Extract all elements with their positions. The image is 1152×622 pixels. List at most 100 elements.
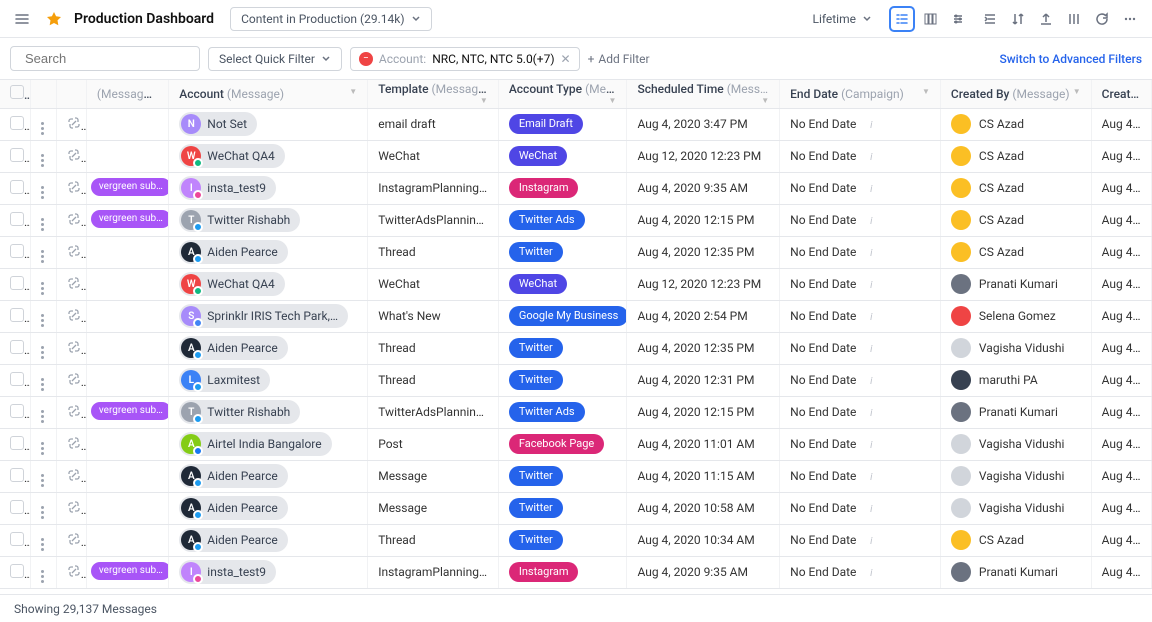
row-checkbox[interactable] — [0, 108, 30, 140]
row-menu[interactable] — [30, 460, 56, 492]
row-checkbox[interactable] — [0, 556, 30, 588]
account-chip[interactable]: AAiden Pearce — [179, 240, 287, 264]
row-menu[interactable] — [30, 300, 56, 332]
cell-account[interactable]: TTwitter Rishabh — [169, 396, 368, 428]
info-icon[interactable]: i — [865, 120, 877, 132]
settings-view-icon[interactable] — [946, 7, 970, 31]
cell-account[interactable]: LLaxmitest — [169, 364, 368, 396]
exclude-icon[interactable]: − — [359, 52, 373, 66]
account-chip[interactable]: NNot Set — [179, 112, 257, 136]
table-row[interactable]: vergreen sub…TTwitter RishabhTwitterAdsP… — [0, 204, 1152, 236]
account-chip[interactable]: Iinsta_test9 — [179, 176, 276, 200]
row-link-icon[interactable] — [56, 268, 86, 300]
cell-account[interactable]: AAiden Pearce — [169, 492, 368, 524]
table-row[interactable]: AAiden PearceThreadTwitterAug 4, 2020 12… — [0, 236, 1152, 268]
cell-account[interactable]: Iinsta_test9 — [169, 172, 368, 204]
row-menu[interactable] — [30, 428, 56, 460]
info-icon[interactable]: i — [865, 216, 877, 228]
row-link-icon[interactable] — [56, 524, 86, 556]
info-icon[interactable]: i — [865, 568, 877, 580]
row-menu[interactable] — [30, 556, 56, 588]
row-checkbox[interactable] — [0, 172, 30, 204]
table-row[interactable]: WWeChat QA4WeChatWeChatAug 12, 2020 12:2… — [0, 268, 1152, 300]
table-row[interactable]: AAirtel India BangalorePostFacebook Page… — [0, 428, 1152, 460]
info-icon[interactable]: i — [865, 184, 877, 196]
col-checkbox-header[interactable] — [0, 80, 30, 108]
row-menu[interactable] — [30, 332, 56, 364]
row-checkbox[interactable] — [0, 396, 30, 428]
info-icon[interactable]: i — [865, 472, 877, 484]
info-icon[interactable]: i — [865, 280, 877, 292]
info-icon[interactable]: i — [865, 344, 877, 356]
row-link-icon[interactable] — [56, 556, 86, 588]
info-icon[interactable]: i — [865, 152, 877, 164]
info-icon[interactable]: i — [865, 408, 877, 420]
row-checkbox[interactable] — [0, 428, 30, 460]
sort-icon[interactable] — [1006, 7, 1030, 31]
star-icon[interactable] — [42, 7, 66, 31]
table-row[interactable]: AAiden PearceMessageTwitterAug 4, 2020 1… — [0, 492, 1152, 524]
cell-account[interactable]: Iinsta_test9 — [169, 556, 368, 588]
columns-icon[interactable] — [1062, 7, 1086, 31]
info-icon[interactable]: i — [865, 504, 877, 516]
cell-account[interactable]: NNot Set — [169, 108, 368, 140]
table-row[interactable]: AAiden PearceThreadTwitterAug 4, 2020 10… — [0, 524, 1152, 556]
row-checkbox[interactable] — [0, 300, 30, 332]
row-checkbox[interactable] — [0, 524, 30, 556]
account-chip[interactable]: AAirtel India Bangalore — [179, 432, 331, 456]
row-checkbox[interactable] — [0, 204, 30, 236]
table-row[interactable]: WWeChat QA4WeChatWeChatAug 12, 2020 12:2… — [0, 140, 1152, 172]
row-checkbox[interactable] — [0, 236, 30, 268]
content-dropdown[interactable]: Content in Production (29.14k) — [230, 7, 431, 31]
account-chip[interactable]: Iinsta_test9 — [179, 560, 276, 584]
cell-account[interactable]: WWeChat QA4 — [169, 140, 368, 172]
cell-account[interactable]: SSprinklr IRIS Tech Park,… — [169, 300, 368, 332]
row-link-icon[interactable] — [56, 460, 86, 492]
col-account-type[interactable]: Account Type (Mes… ▼ — [498, 80, 627, 108]
row-menu[interactable] — [30, 204, 56, 236]
more-icon[interactable] — [1118, 7, 1142, 31]
col-message[interactable]: (Message) ▼ — [86, 80, 168, 108]
row-link-icon[interactable] — [56, 108, 86, 140]
row-checkbox[interactable] — [0, 492, 30, 524]
table-row[interactable]: SSprinklr IRIS Tech Park,…What's NewGoog… — [0, 300, 1152, 332]
menu-icon[interactable] — [10, 7, 34, 31]
col-end-date[interactable]: End Date (Campaign) ▼ — [780, 80, 941, 108]
account-chip[interactable]: SSprinklr IRIS Tech Park,… — [179, 304, 348, 328]
table-row[interactable]: AAiden PearceThreadTwitterAug 4, 2020 12… — [0, 332, 1152, 364]
row-link-icon[interactable] — [56, 364, 86, 396]
info-icon[interactable]: i — [865, 376, 877, 388]
table-row[interactable]: vergreen sub…Iinsta_test9InstagramPlanni… — [0, 172, 1152, 204]
col-created[interactable]: Created — [1091, 80, 1151, 108]
row-menu[interactable] — [30, 268, 56, 300]
board-view-icon[interactable] — [918, 7, 942, 31]
row-menu[interactable] — [30, 492, 56, 524]
row-link-icon[interactable] — [56, 140, 86, 172]
col-scheduled[interactable]: Scheduled Time (Mess… ▼ — [627, 80, 780, 108]
switch-advanced-filters[interactable]: Switch to Advanced Filters — [999, 52, 1142, 66]
row-link-icon[interactable] — [56, 396, 86, 428]
row-link-icon[interactable] — [56, 236, 86, 268]
cell-account[interactable]: WWeChat QA4 — [169, 268, 368, 300]
row-link-icon[interactable] — [56, 204, 86, 236]
cell-account[interactable]: AAiden Pearce — [169, 332, 368, 364]
account-chip[interactable]: AAiden Pearce — [179, 464, 287, 488]
account-chip[interactable]: WWeChat QA4 — [179, 272, 285, 296]
row-checkbox[interactable] — [0, 268, 30, 300]
row-link-icon[interactable] — [56, 492, 86, 524]
table-row[interactable]: AAiden PearceMessageTwitterAug 4, 2020 1… — [0, 460, 1152, 492]
row-checkbox[interactable] — [0, 332, 30, 364]
account-chip[interactable]: LLaxmitest — [179, 368, 270, 392]
search-input-wrap[interactable] — [10, 46, 200, 71]
row-link-icon[interactable] — [56, 428, 86, 460]
account-chip[interactable]: AAiden Pearce — [179, 496, 287, 520]
refresh-icon[interactable] — [1090, 7, 1114, 31]
row-menu[interactable] — [30, 172, 56, 204]
row-checkbox[interactable] — [0, 460, 30, 492]
table-row[interactable]: NNot Setemail draftEmail DraftAug 4, 202… — [0, 108, 1152, 140]
indent-icon[interactable] — [978, 7, 1002, 31]
account-filter-chip[interactable]: − Account: NRC, NTC, NTC 5.0(+7) ✕ — [350, 47, 580, 71]
col-account[interactable]: Account (Message) ▼ — [169, 80, 368, 108]
cell-account[interactable]: TTwitter Rishabh — [169, 204, 368, 236]
add-filter-button[interactable]: + Add Filter — [588, 52, 650, 66]
